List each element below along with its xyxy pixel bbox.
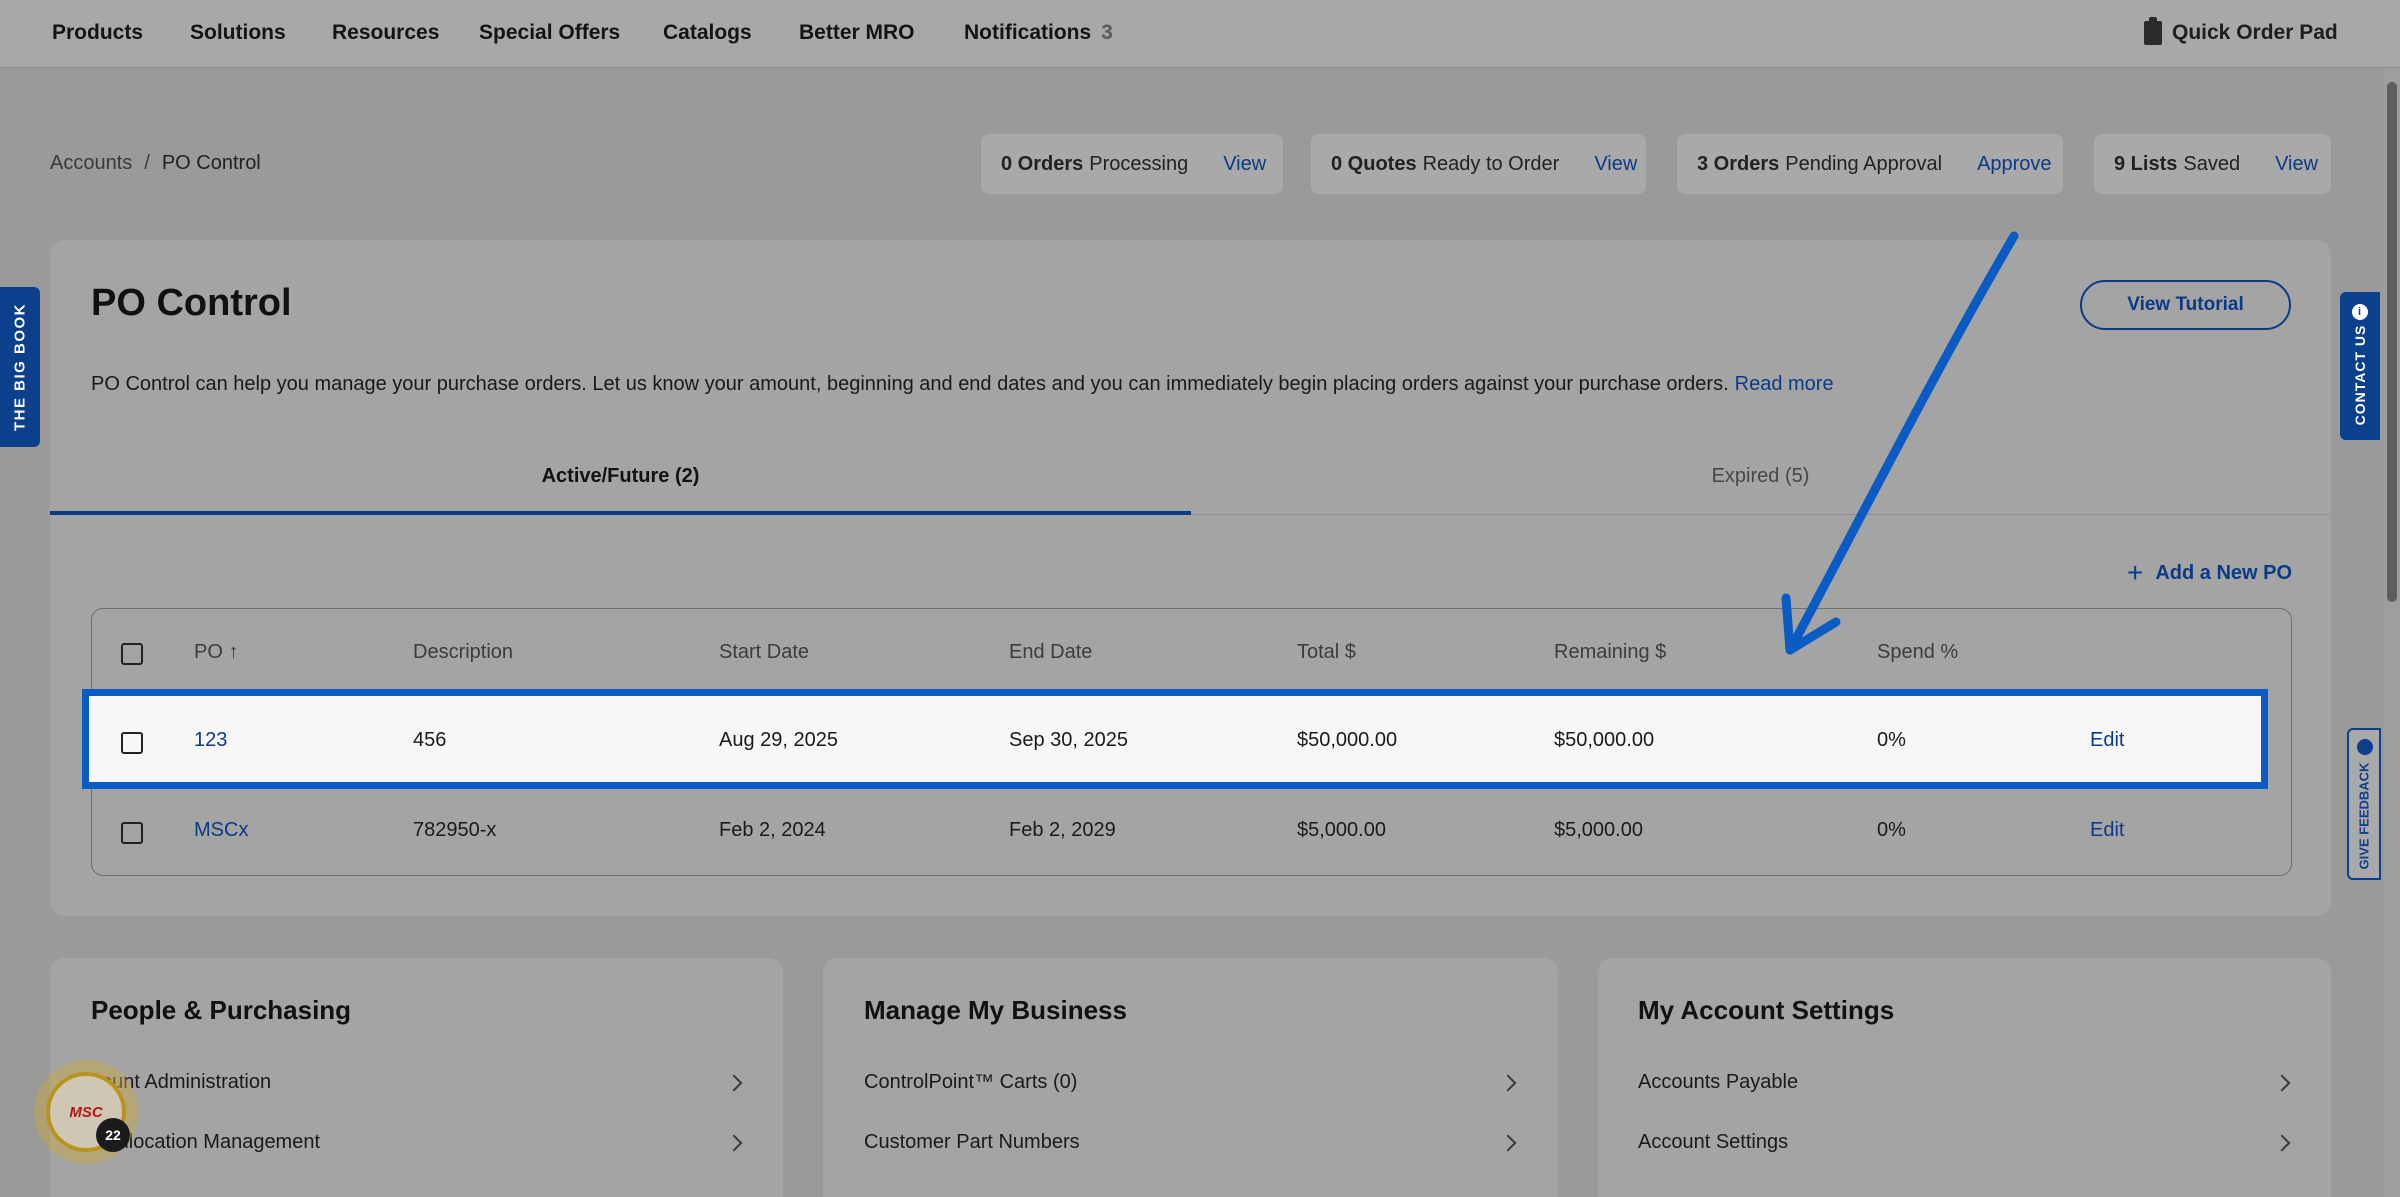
msc-assistant-button[interactable]: MSC 22 bbox=[34, 1060, 138, 1164]
status-count: 0 Orders bbox=[1001, 152, 1084, 175]
status-text: Processing bbox=[1089, 152, 1189, 175]
add-new-po-button[interactable]: + Add a New PO bbox=[2127, 559, 2292, 587]
quick-order-pad-button[interactable]: Quick Order Pad bbox=[2144, 17, 2338, 45]
breadcrumb-current: PO Control bbox=[161, 152, 261, 174]
status-text: Ready to Order bbox=[1422, 152, 1560, 175]
tab-active-future[interactable]: Active/Future (2) bbox=[50, 465, 1191, 488]
controlpoint-carts-link[interactable]: ControlPoint™ Carts (0) bbox=[864, 1071, 1077, 1094]
status-count: 0 Quotes bbox=[1331, 152, 1417, 175]
po-number-link[interactable]: MSCx bbox=[194, 819, 248, 842]
nav-notifications[interactable]: Notifications 3 bbox=[964, 21, 1113, 45]
view-quotes-link[interactable]: View bbox=[1594, 153, 1637, 176]
nav-products[interactable]: Products bbox=[52, 21, 143, 45]
po-remaining: $5,000.00 bbox=[1554, 819, 1643, 841]
nav-solutions[interactable]: Solutions bbox=[190, 21, 286, 45]
po-description: 782950-x bbox=[413, 819, 497, 841]
column-header-po[interactable]: PO ↑ bbox=[194, 641, 238, 664]
nav-better-mro[interactable]: Better MRO bbox=[799, 21, 915, 45]
breadcrumb-accounts[interactable]: Accounts bbox=[50, 152, 132, 175]
po-total: $50,000.00 bbox=[1297, 729, 1398, 751]
column-header-total[interactable]: Total $ bbox=[1297, 641, 1356, 664]
section-title-manage-business: Manage My Business bbox=[864, 995, 1127, 1025]
account-settings-link[interactable]: Account Settings bbox=[1638, 1131, 1788, 1154]
notifications-count: 3 bbox=[1101, 21, 1113, 44]
row-checkbox[interactable] bbox=[121, 732, 143, 754]
big-book-label: THE BIG BOOK bbox=[11, 302, 29, 432]
read-more-link[interactable]: Read more bbox=[1735, 373, 1834, 395]
intro-body: PO Control can help you manage your purc… bbox=[91, 373, 1729, 395]
status-lists-saved: 9 Lists Saved View bbox=[2094, 134, 2331, 194]
view-tutorial-button[interactable]: View Tutorial bbox=[2080, 280, 2291, 330]
big-book-tab[interactable]: THE BIG BOOK bbox=[0, 287, 40, 447]
accounts-payable-link[interactable]: Accounts Payable bbox=[1638, 1071, 1798, 1094]
column-header-remaining[interactable]: Remaining $ bbox=[1554, 641, 1666, 664]
nav-notifications-label: Notifications bbox=[964, 21, 1092, 44]
top-nav: Products Solutions Resources Special Off… bbox=[0, 0, 2400, 68]
view-orders-link[interactable]: View bbox=[1223, 153, 1266, 176]
po-remaining: $50,000.00 bbox=[1554, 729, 1655, 751]
status-count: 3 Orders bbox=[1697, 152, 1780, 175]
row-checkbox[interactable] bbox=[121, 822, 143, 844]
page-scrollbar[interactable] bbox=[2384, 68, 2400, 1197]
contact-us-label: CONTACT US bbox=[2352, 324, 2368, 426]
plus-icon: + bbox=[2127, 557, 2144, 588]
po-start-date: Feb 2, 2024 bbox=[719, 819, 826, 841]
nav-special-offers[interactable]: Special Offers bbox=[479, 21, 620, 45]
nav-resources[interactable]: Resources bbox=[332, 21, 439, 45]
column-header-description[interactable]: Description bbox=[413, 641, 513, 664]
status-text: Pending Approval bbox=[1785, 152, 1943, 175]
po-spend: 0% bbox=[1877, 729, 1906, 751]
table-row-highlighted bbox=[82, 689, 2268, 789]
customer-part-numbers-link[interactable]: Customer Part Numbers bbox=[864, 1131, 1080, 1154]
status-text: Saved bbox=[2183, 152, 2241, 175]
column-header-end-date[interactable]: End Date bbox=[1009, 641, 1092, 664]
quick-order-pad-label: Quick Order Pad bbox=[2172, 21, 2338, 44]
view-lists-link[interactable]: View bbox=[2275, 153, 2318, 176]
po-number-link[interactable]: 123 bbox=[194, 729, 227, 752]
po-start-date: Aug 29, 2025 bbox=[719, 729, 838, 751]
status-quotes-ready: 0 Quotes Ready to Order View bbox=[1311, 134, 1646, 194]
po-end-date: Sep 30, 2025 bbox=[1009, 729, 1128, 751]
column-header-po-label: PO bbox=[194, 641, 223, 663]
status-count: 9 Lists bbox=[2114, 152, 2178, 175]
po-description: 456 bbox=[413, 729, 447, 751]
clipboard-icon bbox=[2144, 17, 2162, 45]
po-end-date: Feb 2, 2029 bbox=[1009, 819, 1116, 841]
breadcrumb: Accounts / PO Control bbox=[50, 152, 261, 175]
po-spend: 0% bbox=[1877, 819, 1906, 841]
nav-catalogs[interactable]: Catalogs bbox=[663, 21, 752, 45]
status-pending-approval: 3 Orders Pending Approval Approve bbox=[1677, 134, 2063, 194]
status-orders-processing: 0 Orders Processing View bbox=[981, 134, 1283, 194]
section-title-people-purchasing: People & Purchasing bbox=[91, 995, 352, 1025]
give-feedback-tab[interactable]: GIVE FEEDBACK bbox=[2347, 728, 2381, 880]
edit-po-link[interactable]: Edit bbox=[2090, 819, 2124, 842]
breadcrumb-separator: / bbox=[144, 152, 150, 174]
info-icon: i bbox=[2352, 304, 2368, 320]
approve-link[interactable]: Approve bbox=[1977, 153, 2052, 176]
contact-us-tab[interactable]: i CONTACT US bbox=[2340, 292, 2380, 440]
po-total: $5,000.00 bbox=[1297, 819, 1386, 841]
select-all-checkbox[interactable] bbox=[121, 643, 143, 665]
feedback-icon bbox=[2357, 739, 2373, 755]
tab-expired[interactable]: Expired (5) bbox=[1191, 465, 2330, 488]
page-title: PO Control bbox=[91, 282, 292, 324]
active-tab-indicator bbox=[50, 511, 1191, 515]
add-po-label: Add a New PO bbox=[2155, 561, 2293, 584]
section-title-account-settings: My Account Settings bbox=[1638, 995, 1895, 1025]
column-header-spend[interactable]: Spend % bbox=[1877, 641, 1958, 664]
give-feedback-label: GIVE FEEDBACK bbox=[2356, 762, 2372, 870]
column-header-start-date[interactable]: Start Date bbox=[719, 641, 809, 664]
msc-count-badge: 22 bbox=[96, 1118, 130, 1152]
sort-ascending-icon: ↑ bbox=[228, 641, 239, 663]
scrollbar-thumb[interactable] bbox=[2387, 82, 2397, 602]
edit-po-link[interactable]: Edit bbox=[2090, 729, 2124, 752]
msc-logo: MSC bbox=[69, 1103, 103, 1121]
intro-text: PO Control can help you manage your purc… bbox=[91, 373, 1834, 396]
